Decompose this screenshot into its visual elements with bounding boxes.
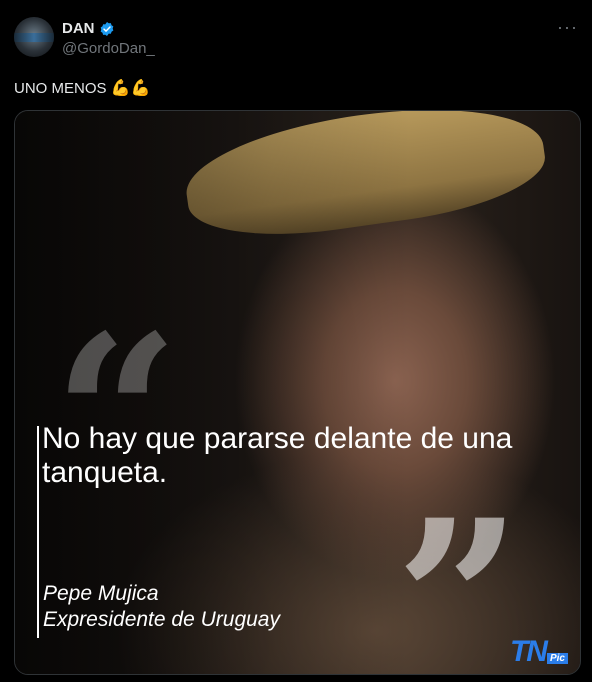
author-title: Expresidente de Uruguay: [43, 608, 280, 631]
verified-badge-icon: [100, 21, 113, 36]
close-quote-icon: ”: [395, 471, 522, 675]
tweet-media-image[interactable]: “ ” No hay que pararse delante de una ta…: [14, 110, 581, 675]
avatar-band: [14, 33, 54, 42]
more-options-icon[interactable]: ···: [557, 18, 578, 36]
author-row[interactable]: DAN: [62, 20, 115, 37]
avatar[interactable]: [14, 17, 54, 57]
quote-author: Pepe Mujica Expresidente de Uruguay: [43, 581, 280, 633]
flexed-biceps-icon: 💪💪: [110, 80, 151, 97]
logo-sub: Pic: [546, 653, 568, 664]
quote-text: No hay que pararse delante de una tanque…: [42, 422, 513, 489]
tn-pic-logo: TN Pic: [509, 635, 568, 668]
quote-bar: [37, 426, 39, 638]
tweet-text: UNO MENOS 💪💪: [14, 78, 150, 98]
display-name[interactable]: DAN: [62, 20, 95, 37]
user-handle[interactable]: @GordoDan_: [62, 40, 155, 57]
logo-main: TN: [509, 635, 548, 668]
author-name: Pepe Mujica: [43, 582, 159, 605]
tweet-body: UNO MENOS: [14, 79, 107, 97]
